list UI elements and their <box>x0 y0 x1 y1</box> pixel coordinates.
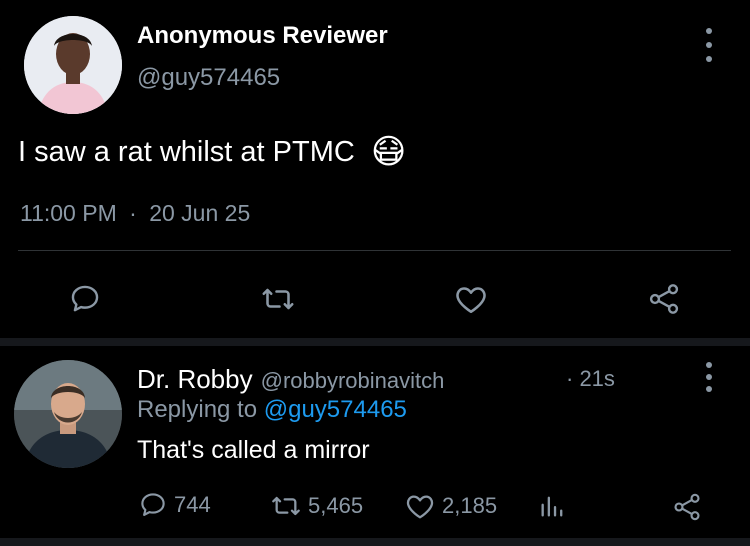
analytics-icon <box>541 496 563 517</box>
author-handle[interactable]: @guy574465 <box>137 64 280 92</box>
more-icon-dot <box>706 56 712 62</box>
divider <box>18 250 731 251</box>
reply-icon <box>71 285 99 312</box>
tweet-timestamp: 11:00 PM · 20 Jun 25 <box>20 200 250 227</box>
reply-text: That's called a mirror <box>137 436 370 464</box>
more-icon <box>706 28 712 34</box>
reply-author-name[interactable]: Dr. Robby <box>137 364 253 395</box>
tweet-text-content: I saw a rat whilst at PTMC <box>18 135 355 168</box>
more-icon-dot <box>706 386 712 392</box>
retweet-button[interactable] <box>255 276 301 322</box>
reply-retweet-button[interactable]: 5,465 <box>270 490 363 522</box>
tweet-time: 11:00 PM <box>20 200 117 226</box>
like-icon <box>406 495 434 519</box>
reply-header: Dr. Robby @robbyrobinavitch <box>137 364 444 395</box>
tweet-text: I saw a rat whilst at PTMC 😷 <box>18 132 406 172</box>
reply-count: 744 <box>174 492 211 517</box>
author-avatar[interactable] <box>24 16 122 114</box>
reply-avatar-photo <box>14 360 122 468</box>
replying-to-prefix: Replying to <box>137 396 258 423</box>
replying-to: Replying to @guy574465 <box>137 396 407 424</box>
tweet-date: 20 Jun 25 <box>149 200 251 226</box>
reply-button[interactable] <box>62 276 108 322</box>
share-icon <box>649 284 679 314</box>
reply-author-handle[interactable]: @robbyrobinavitch <box>261 368 445 394</box>
thread-separator <box>0 338 750 346</box>
reply-reply-button[interactable]: 744 <box>138 490 211 520</box>
reply-age: · 21s <box>566 366 615 391</box>
reply-like-button[interactable]: 2,185 <box>404 490 497 522</box>
retweet-count: 5,465 <box>308 493 364 518</box>
reply-icon <box>141 493 165 516</box>
author-avatar-photo <box>24 16 122 114</box>
tweet-more-button[interactable] <box>697 28 721 62</box>
reply-author-avatar[interactable] <box>14 360 122 468</box>
more-icon-dot <box>706 42 712 48</box>
replying-to-handle-link[interactable]: @guy574465 <box>264 396 407 423</box>
like-count: 2,185 <box>442 493 498 518</box>
like-icon <box>456 287 486 314</box>
retweet-icon <box>272 496 300 516</box>
share-icon <box>674 493 700 521</box>
retweet-icon <box>262 288 294 310</box>
more-icon-dot <box>706 374 712 380</box>
bottom-separator <box>0 538 750 546</box>
analytics-button[interactable] <box>536 490 568 522</box>
timestamp-separator: · <box>129 200 137 226</box>
reply-more-button[interactable] <box>697 362 721 392</box>
face-with-mask-emoji: 😷 <box>370 133 407 171</box>
reply-share-button[interactable] <box>670 490 704 524</box>
like-button[interactable] <box>448 276 494 322</box>
share-button[interactable] <box>641 276 687 322</box>
author-name[interactable]: Anonymous Reviewer <box>137 22 388 50</box>
more-icon <box>706 362 712 368</box>
